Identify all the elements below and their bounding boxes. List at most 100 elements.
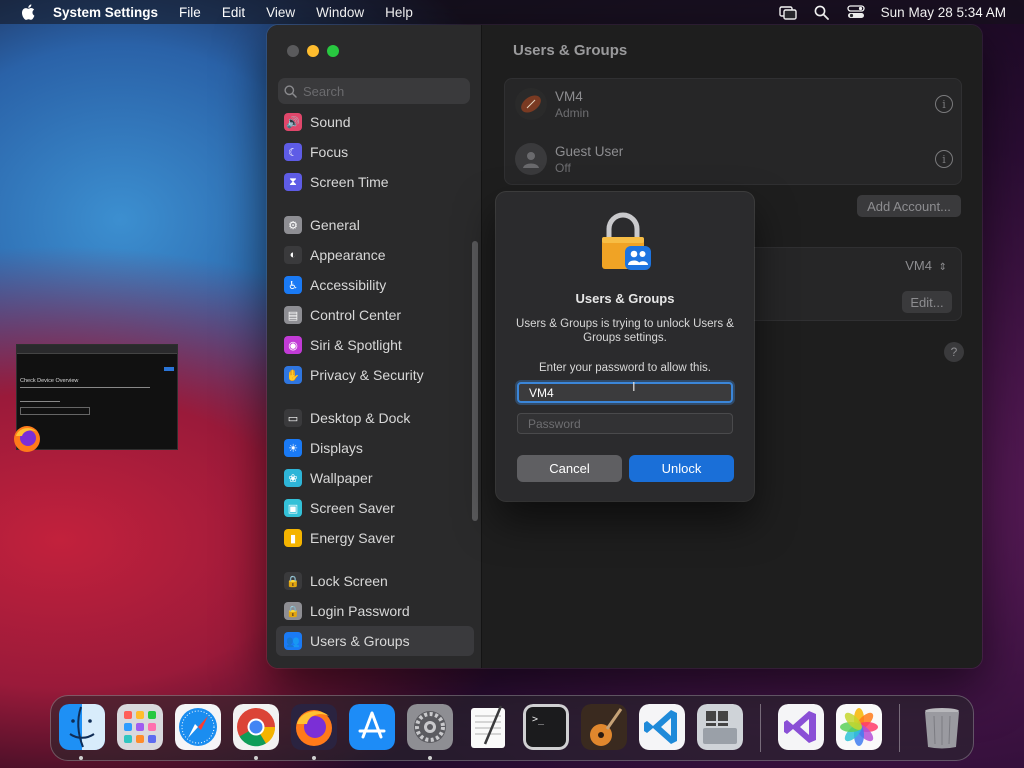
sidebar: Search 🔊 Sound ☾ Focus ⧗ Screen Time ⚙ General ◐… xyxy=(267,25,482,668)
hourglass-icon: ⧗ xyxy=(284,173,302,191)
app-store-icon[interactable] xyxy=(349,704,395,750)
dock-running-indicator xyxy=(254,756,258,760)
user-row-vm4[interactable]: VM4 Admin i xyxy=(515,79,955,129)
battery-icon: ▮ xyxy=(284,529,302,547)
user-name: VM4 xyxy=(555,88,583,104)
finder-icon[interactable] xyxy=(59,704,105,750)
sidebar-item-label: General xyxy=(310,217,360,233)
sidebar-item-label: Sound xyxy=(310,114,351,130)
sidebar-scrollbar[interactable] xyxy=(472,241,478,521)
sidebar-item-label: Users & Groups xyxy=(310,633,410,649)
vscode-icon[interactable] xyxy=(639,704,685,750)
dock-running-indicator xyxy=(428,756,432,760)
minimize-window-button[interactable] xyxy=(307,45,319,57)
edit-button[interactable]: Edit... xyxy=(902,291,952,313)
sidebar-item-label: Login Password xyxy=(310,603,410,619)
menu-window[interactable]: Window xyxy=(316,5,364,20)
garageband-icon[interactable] xyxy=(581,704,627,750)
thumbnail-heading: Check Device Overview xyxy=(20,378,79,384)
password-field[interactable]: Password xyxy=(517,413,733,434)
apple-menu-icon[interactable] xyxy=(19,4,37,20)
user-row-guest[interactable]: Guest User Off i xyxy=(515,134,955,184)
dock-separator xyxy=(760,704,761,752)
sidebar-item-energy-saver[interactable]: ▮ Energy Saver xyxy=(276,523,474,553)
sidebar-item-focus[interactable]: ☾ Focus xyxy=(276,137,474,167)
info-button[interactable]: i xyxy=(935,150,953,168)
system-settings-icon[interactable] xyxy=(407,704,453,750)
page-title: Users & Groups xyxy=(513,42,628,59)
menu-help[interactable]: Help xyxy=(385,5,413,20)
sidebar-item-control-center[interactable]: ▤ Control Center xyxy=(276,300,474,330)
sidebar-item-appearance[interactable]: ◐ Appearance xyxy=(276,240,474,270)
info-button[interactable]: i xyxy=(935,95,953,113)
sidebar-item-users-and-groups[interactable]: 👥 Users & Groups xyxy=(276,626,474,656)
dock: >_ xyxy=(50,695,974,761)
sidebar-item-wallpaper[interactable]: ❀ Wallpaper xyxy=(276,463,474,493)
menu-view[interactable]: View xyxy=(266,5,295,20)
automatic-login-popup[interactable]: VM4 ⇕ xyxy=(905,258,947,273)
dialog-title: Users & Groups xyxy=(575,291,675,306)
siri-icon: ◉ xyxy=(284,336,302,354)
firefox-icon xyxy=(14,426,40,452)
trash-icon[interactable] xyxy=(919,704,965,750)
menubar-clock[interactable]: Sun May 28 5:34 AM xyxy=(881,5,1006,20)
screen-mirroring-icon[interactable] xyxy=(778,4,797,20)
terminal-icon[interactable]: >_ xyxy=(523,704,569,750)
search-placeholder: Search xyxy=(303,83,345,99)
unlock-button[interactable]: Unlock xyxy=(629,455,734,482)
menu-app-name[interactable]: System Settings xyxy=(53,5,158,20)
thumbnail-text-line xyxy=(20,401,60,402)
sidebar-list: 🔊 Sound ☾ Focus ⧗ Screen Time ⚙ General ◐ Appeara… xyxy=(276,107,474,656)
sidebar-item-label: Control Center xyxy=(310,307,402,323)
add-account-button[interactable]: Add Account... xyxy=(857,195,961,217)
wallpaper-icon: ❀ xyxy=(284,469,302,487)
screenshot-thumbnail[interactable]: Check Device Overview xyxy=(14,344,178,452)
photos-icon[interactable] xyxy=(836,704,882,750)
sidebar-item-general[interactable]: ⚙ General xyxy=(276,210,474,240)
chrome-icon[interactable] xyxy=(233,704,279,750)
menu-file[interactable]: File xyxy=(179,5,201,20)
menu-edit[interactable]: Edit xyxy=(222,5,245,20)
help-button[interactable]: ? xyxy=(944,342,964,362)
accessibility-icon: ♿ xyxy=(284,276,302,294)
sidebar-item-sound[interactable]: 🔊 Sound xyxy=(276,107,474,137)
dock-running-indicator xyxy=(312,756,316,760)
sidebar-item-label: Wallpaper xyxy=(310,470,373,486)
sidebar-item-displays[interactable]: ☀ Displays xyxy=(276,433,474,463)
cancel-button[interactable]: Cancel xyxy=(517,455,622,482)
sidebar-item-screen-time[interactable]: ⧗ Screen Time xyxy=(276,167,474,197)
sidebar-item-siri-and-spotlight[interactable]: ◉ Siri & Spotlight xyxy=(276,330,474,360)
control-center-icon[interactable] xyxy=(847,4,865,20)
sidebar-item-screen-saver[interactable]: ▣ Screen Saver xyxy=(276,493,474,523)
username-field[interactable]: VM4 xyxy=(517,382,733,403)
sidebar-item-privacy-and-security[interactable]: ✋ Privacy & Security xyxy=(276,360,474,390)
person-icon xyxy=(523,152,539,168)
sidebar-item-label: Energy Saver xyxy=(310,530,395,546)
launchpad-icon[interactable] xyxy=(117,704,163,750)
dock-running-indicator xyxy=(79,756,83,760)
zoom-window-button[interactable] xyxy=(327,45,339,57)
lock-icon: 🔒 xyxy=(284,572,302,590)
dock-separator xyxy=(899,704,900,752)
textedit-icon[interactable] xyxy=(465,704,511,750)
search-field[interactable]: Search xyxy=(278,78,470,104)
visual-studio-icon[interactable] xyxy=(778,704,824,750)
appearance-icon: ◐ xyxy=(284,246,302,264)
screen-saver-icon: ▣ xyxy=(284,499,302,517)
up-down-chevron-icon: ⇕ xyxy=(938,262,947,273)
sidebar-item-label: Appearance xyxy=(310,247,386,263)
close-window-button[interactable] xyxy=(287,45,299,57)
moon-icon: ☾ xyxy=(284,143,302,161)
sidebar-item-login-password[interactable]: 🔒 Login Password xyxy=(276,596,474,626)
sidebar-item-lock-screen[interactable]: 🔒 Lock Screen xyxy=(276,566,474,596)
spotlight-search-icon[interactable] xyxy=(813,4,831,20)
thumbnail-input-box xyxy=(20,407,90,415)
user-role: Off xyxy=(555,160,571,175)
sidebar-item-desktop-and-dock[interactable]: ▭ Desktop & Dock xyxy=(276,403,474,433)
boot-camp-icon[interactable] xyxy=(697,704,743,750)
speaker-icon: 🔊 xyxy=(284,113,302,131)
safari-icon[interactable] xyxy=(175,704,221,750)
sidebar-item-accessibility[interactable]: ♿ Accessibility xyxy=(276,270,474,300)
firefox-icon[interactable] xyxy=(291,704,337,750)
